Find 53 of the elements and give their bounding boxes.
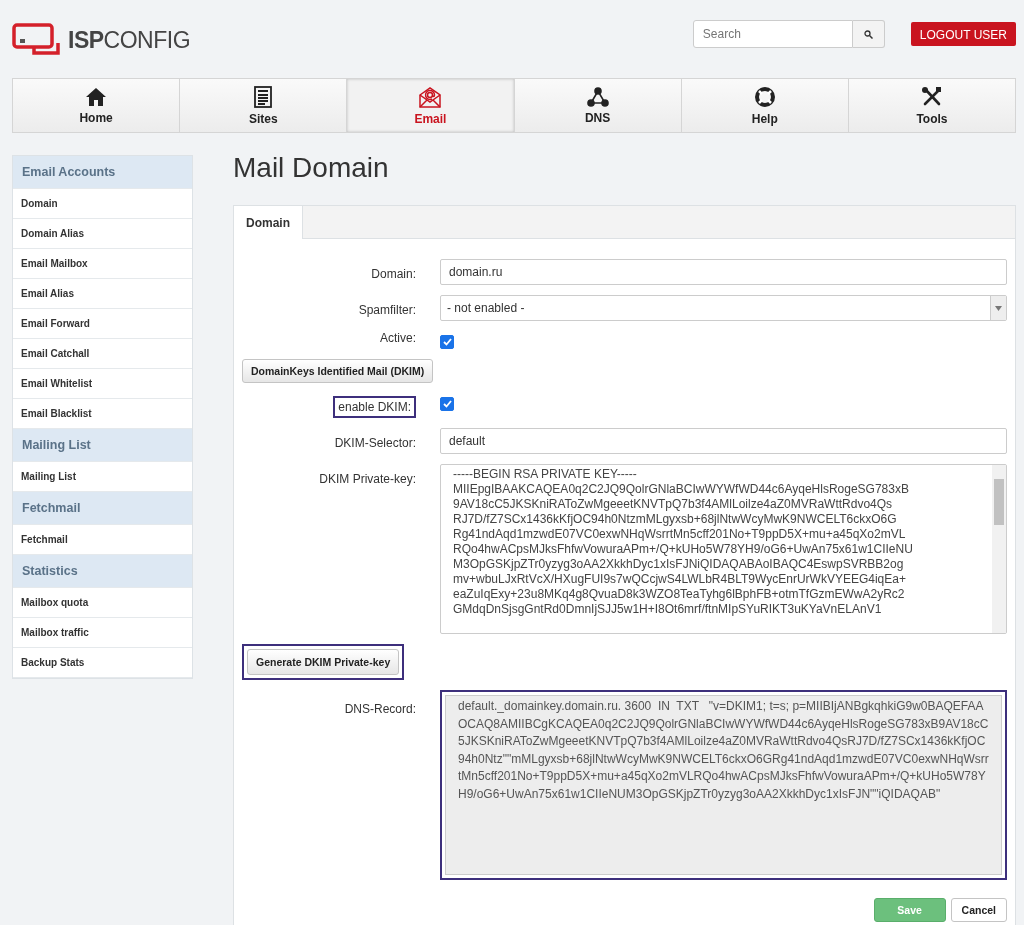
dkim-button[interactable]: Generate DKIM Private-key: [247, 649, 400, 675]
page-title: Mail Domain: [233, 151, 390, 185]
field-label: Spamfilter:: [358, 303, 416, 317]
field-label: Domain:: [371, 267, 416, 281]
field-label: Active:: [380, 331, 416, 345]
cancel-button[interactable]: Cancel: [950, 898, 1007, 922]
sidebar-item[interactable]: Email Forward: [13, 309, 192, 339]
lifebuoy-icon: [753, 85, 776, 108]
select-dropdown[interactable]: - not enabled -: [440, 295, 1007, 321]
caret-icon: [995, 305, 1002, 311]
nav-tab[interactable]: Home: [13, 79, 181, 132]
dns-record-textarea: default._domainkey.domain.ru. 3600 IN TXT "v=DKIM1; t=s; p=MIIBIjANBgkqhkiG9w0BAQEFAAOCAQ8AMIIBCgKCAQEA0q2C2JQ9QolrGNlaBCIwWYWfWD44c6AyqeHlsRogeSG783xB9AV18cC5JKSKniRAToZwMgeeetKNVTpQ7b3f4AMlLoilze4aZ0MVRaWttRdvo4QsRJ7D/fZ7SCx1436kKfjOC94h0Ntz""mMLgyxsb+68jlNtwWcyMwK9NWCELT6ckxO6GRg41ndAqd1mzwdE07VC0exwNHqWsrrtMn5cff201No+T9ppD5X+mu+a45qXo2mVLRQo4hwACpsMJksFhfwVowuraAPm+/Q+kUHo5W78YH9/oG6+UwAn75x61w1CIIeNUM3OpGSKjpZTr0yzyg3oAA2XkkhDyc1xIsFJN""iQIDAQAB": [445, 695, 1002, 875]
sidebar-item[interactable]: Email Mailbox: [13, 249, 192, 279]
sidebar-item[interactable]: Mailbox traffic: [13, 618, 192, 648]
sidebar-section-header: Email Accounts: [13, 156, 192, 189]
envelope-at-icon: [419, 85, 442, 108]
logout-button[interactable]: LOGOUT USER: [910, 22, 1016, 46]
private-key-textarea[interactable]: -----BEGIN RSA PRIVATE KEY----- MIIEpgIBAAKCAQEA0q2C2JQ9QolrGNlaBCIwWYWfWD44c6AyqeHlsRogeSG783xB 9AV18cC5JKSKniRAToZwMgeeetKNVTpQ7b3f4AMlLoilze4aZ0MVRaWttRdvo4Qs RJ7D/fZ7SCx1436kKfjOC94h0NtzmMLgyxsb+68jlNtwWcyMwK9NWCELT6ckxO6G Rg41ndAqd1mzwdE07VC0exwNHqWsrrtMn5cff201No+T9ppD5X+mu+a45qXo2mVL RQo4hwACpsMJksFhfwVowuraAPm+/Q+kUHo5W78YH9/oG6+UwAn75x61w1CIIeNU M3OpGSKjpZTr0yzyg3oAA2XkkhDyc1xIsFJNiQIDAQABAoIBAQC4EswpSVRBB2og mv+wbuLJxRtVcX/HXugFUI9s7wQCcjwS4LWLbR4BLT9WycEnrUrWkVYEEG4iqEa+ eaZuIqExy+23u8MKq4g8QvuaD8k3WZO8TeaTyhg6lBphFB+otmTfGzmEWwA2yRc2 GMdqDnSjsgGntRd0DmnIjSJJ5w1H+I8Ot6mrf/ftnMIpSYuRIKT3uKYaVnELAnV1: [440, 464, 1007, 634]
sidebar-item[interactable]: Email Whitelist: [13, 369, 192, 399]
tools-icon: [920, 85, 943, 108]
field-label: DNS-Record:: [344, 702, 416, 716]
document-icon: [254, 85, 273, 108]
field-label: DKIM Private-key:: [319, 472, 416, 486]
search-icon: [863, 29, 873, 39]
scrollbar-thumb[interactable]: [994, 479, 1004, 525]
sidebar-item[interactable]: Email Alias: [13, 279, 192, 309]
search-field[interactable]: Search: [692, 20, 853, 48]
text-input[interactable]: default: [440, 428, 1007, 454]
nav-tab[interactable]: Email: [347, 79, 515, 132]
sidebar-item[interactable]: Mailbox quota: [13, 588, 192, 618]
sidebar-item[interactable]: Domain Alias: [13, 219, 192, 249]
form-tab[interactable]: Domain: [234, 206, 303, 239]
sidebar-section-header: Statistics: [13, 555, 192, 588]
sidebar-section-header: Mailing List: [13, 429, 192, 462]
checkbox[interactable]: [440, 335, 454, 349]
sidebar-item[interactable]: Domain: [13, 189, 192, 219]
monitor-logo-icon: [12, 23, 62, 57]
home-icon: [85, 86, 108, 107]
network-nodes-icon: [586, 86, 609, 107]
sidebar-item[interactable]: Backup Stats: [13, 648, 192, 678]
checkbox[interactable]: [440, 397, 454, 411]
search-button[interactable]: [852, 20, 885, 48]
dkim-button[interactable]: DomainKeys Identified Mail (DKIM): [242, 359, 434, 383]
sidebar-section-header: Fetchmail: [13, 492, 192, 525]
nav-tab[interactable]: DNS: [514, 79, 682, 132]
field-label: enable DKIM:: [333, 396, 416, 418]
sidebar-item[interactable]: Email Catchall: [13, 339, 192, 369]
nav-tab[interactable]: Help: [681, 79, 849, 132]
text-input[interactable]: domain.ru: [440, 259, 1007, 285]
field-label: DKIM-Selector:: [334, 436, 416, 450]
logo-text: ISPCONFIG: [68, 26, 191, 54]
nav-tab[interactable]: Sites: [180, 79, 348, 132]
nav-tab[interactable]: Tools: [848, 79, 1016, 132]
